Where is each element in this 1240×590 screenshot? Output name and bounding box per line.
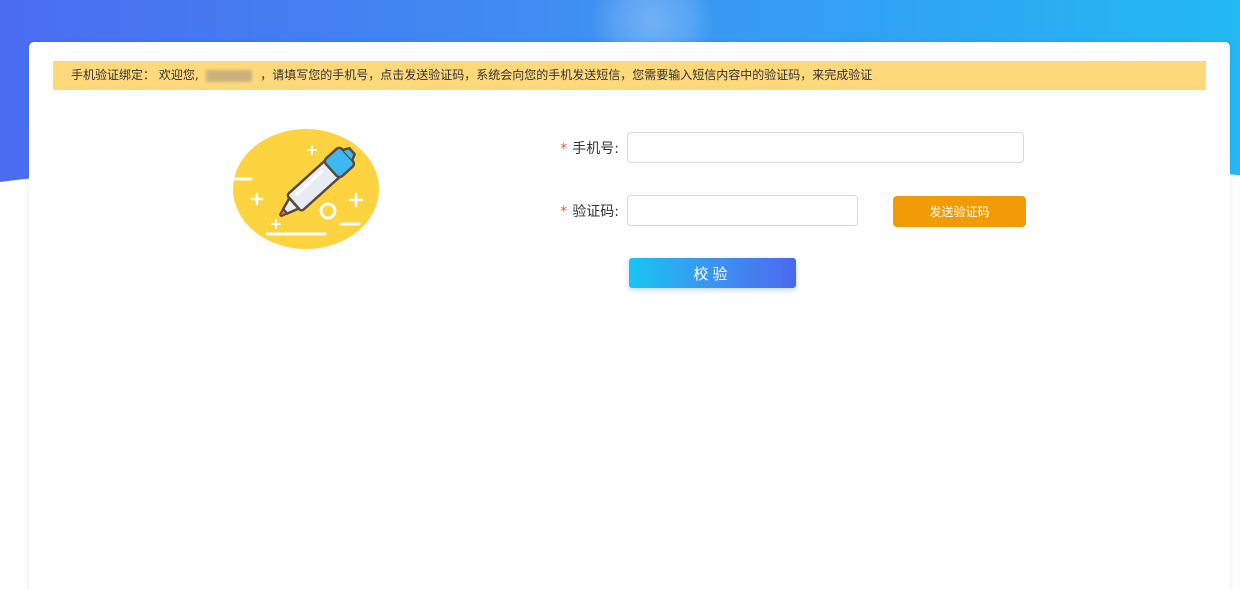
phone-row: * 手机号: xyxy=(549,132,1024,163)
code-row: * 验证码: xyxy=(549,195,858,226)
notice-message: ，请填写您的手机号，点击发送验证码，系统会向您的手机发送短信，您需要输入短信内容… xyxy=(260,68,873,82)
highlighter-pen-icon xyxy=(229,124,389,254)
required-mark: * xyxy=(560,203,568,220)
send-code-button[interactable]: 发送验证码 xyxy=(893,196,1026,227)
notice-bar: 手机验证绑定： 欢迎您, ，请填写您的手机号，点击发送验证码，系统会向您的手机发… xyxy=(53,61,1206,90)
verification-card: 手机验证绑定： 欢迎您, ，请填写您的手机号，点击发送验证码，系统会向您的手机发… xyxy=(29,42,1230,590)
verify-button[interactable]: 校验 xyxy=(629,258,796,288)
masked-username xyxy=(206,69,253,82)
phone-label-text: 手机号: xyxy=(572,140,619,157)
notice-prefix: 手机验证绑定： 欢迎您, xyxy=(71,68,199,82)
phone-input[interactable] xyxy=(627,132,1024,163)
phone-label: * 手机号: xyxy=(549,138,627,158)
code-label-text: 验证码: xyxy=(572,203,619,220)
required-mark: * xyxy=(560,140,568,157)
code-label: * 验证码: xyxy=(549,201,627,221)
code-input[interactable] xyxy=(627,195,858,226)
